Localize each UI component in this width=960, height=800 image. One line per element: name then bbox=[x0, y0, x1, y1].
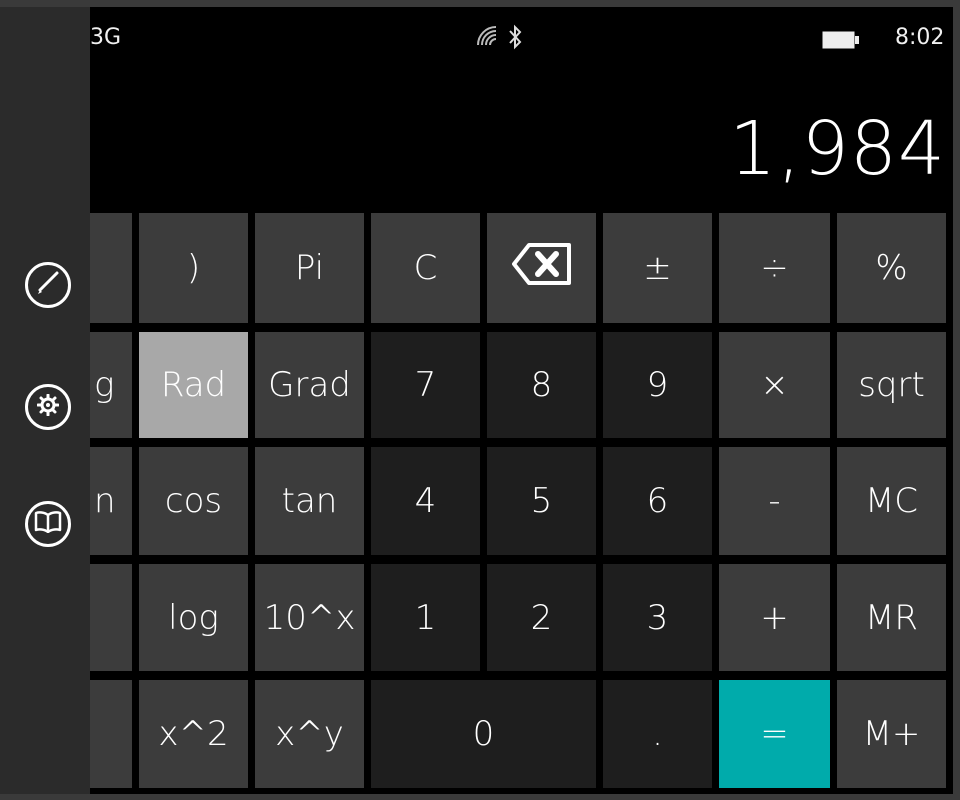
key-4[interactable]: 4 bbox=[371, 447, 480, 555]
key-pi[interactable]: Pi bbox=[255, 213, 364, 323]
book-icon bbox=[34, 511, 62, 537]
key-1[interactable]: 1 bbox=[371, 564, 480, 671]
key-3[interactable]: 3 bbox=[603, 564, 712, 671]
key-cos[interactable]: cos bbox=[139, 447, 248, 555]
pen-button[interactable] bbox=[25, 262, 71, 308]
key-7[interactable]: 7 bbox=[371, 332, 480, 438]
key-percent[interactable]: % bbox=[837, 213, 946, 323]
key-x-power-y[interactable]: x^y bbox=[255, 680, 364, 788]
key-m-plus[interactable]: M+ bbox=[837, 680, 946, 788]
key-partial-r2[interactable]: g bbox=[90, 332, 132, 438]
key-5[interactable]: 5 bbox=[487, 447, 596, 555]
key-log[interactable]: log bbox=[139, 564, 248, 671]
key-tan[interactable]: tan bbox=[255, 447, 364, 555]
key-grad[interactable]: Grad bbox=[255, 332, 364, 438]
key-x-squared[interactable]: x^2 bbox=[139, 680, 248, 788]
key-add[interactable]: + bbox=[719, 564, 830, 671]
key-partial-r3[interactable]: n bbox=[90, 447, 132, 555]
keypad: ) Pi C ± ÷ % g Rad Grad 7 8 9 × sqrt n c… bbox=[0, 0, 960, 800]
backspace-icon bbox=[511, 242, 573, 295]
key-divide[interactable]: ÷ bbox=[719, 213, 830, 323]
sidebar bbox=[0, 7, 90, 794]
key-9[interactable]: 9 bbox=[603, 332, 712, 438]
key-clear[interactable]: C bbox=[371, 213, 480, 323]
key-mr[interactable]: MR bbox=[837, 564, 946, 671]
key-partial-r1[interactable] bbox=[90, 213, 132, 323]
key-8[interactable]: 8 bbox=[487, 332, 596, 438]
key-equals[interactable]: = bbox=[719, 680, 830, 788]
key-partial-r4[interactable] bbox=[90, 564, 132, 671]
key-close-paren[interactable]: ) bbox=[139, 213, 248, 323]
key-multiply[interactable]: × bbox=[719, 332, 830, 438]
key-0[interactable]: 0 bbox=[371, 680, 596, 788]
key-backspace[interactable] bbox=[487, 213, 596, 323]
pen-icon bbox=[35, 270, 61, 300]
key-sqrt[interactable]: sqrt bbox=[837, 332, 946, 438]
key-2[interactable]: 2 bbox=[487, 564, 596, 671]
settings-button[interactable] bbox=[25, 384, 71, 430]
key-partial-r5[interactable] bbox=[90, 680, 132, 788]
history-button[interactable] bbox=[25, 501, 71, 547]
key-rad[interactable]: Rad bbox=[139, 332, 248, 438]
key-plus-minus[interactable]: ± bbox=[603, 213, 712, 323]
key-6[interactable]: 6 bbox=[603, 447, 712, 555]
key-ten-power-x[interactable]: 10^x bbox=[255, 564, 364, 671]
settings-gear-icon bbox=[36, 393, 60, 420]
key-decimal[interactable]: . bbox=[603, 680, 712, 788]
key-subtract[interactable]: - bbox=[719, 447, 830, 555]
key-mc[interactable]: MC bbox=[837, 447, 946, 555]
